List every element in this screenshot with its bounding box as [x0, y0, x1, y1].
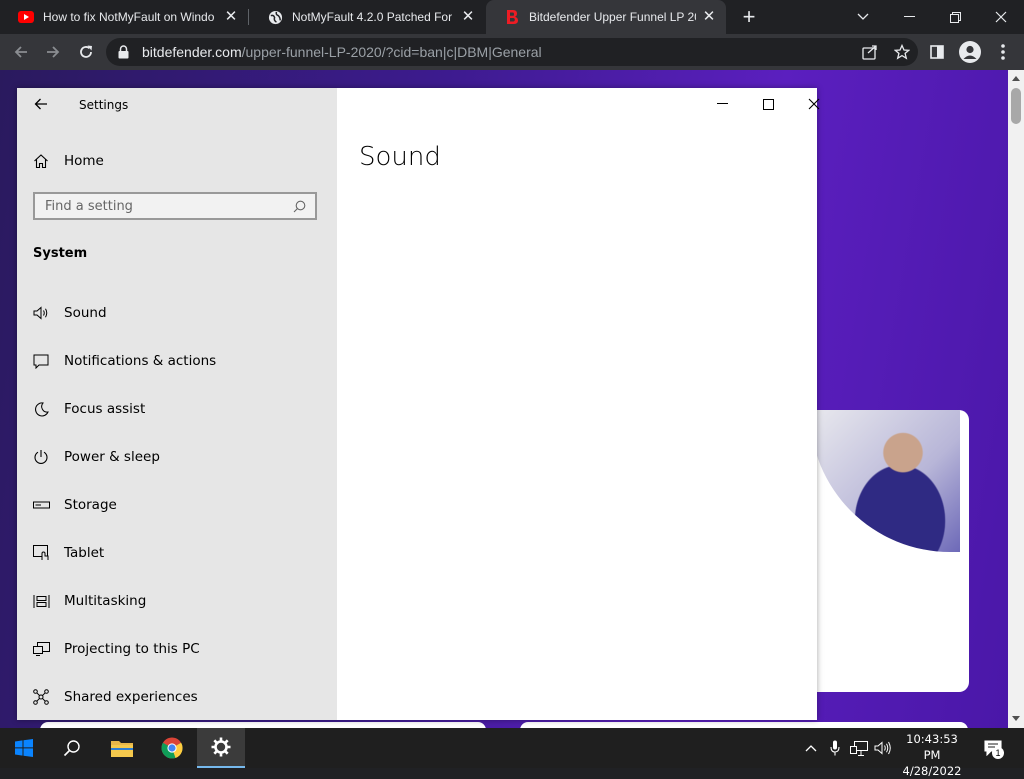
url-path: /upper-funnel-LP-2020/?cid=ban|c|DBM|Gen…	[241, 44, 542, 60]
restore-browser-button[interactable]	[932, 0, 978, 34]
nav-item-label: Tablet	[64, 545, 105, 561]
profile-avatar-icon[interactable]	[957, 39, 983, 65]
forward-arrow-icon[interactable]	[40, 39, 66, 65]
home-label: Home	[64, 153, 104, 169]
taskbar: 10:43:53 PM 4/28/2022 1	[0, 728, 1024, 778]
globe-icon	[267, 9, 283, 25]
scroll-up-arrow-icon[interactable]	[1012, 76, 1020, 81]
back-arrow-icon[interactable]	[31, 94, 51, 114]
notification-icon	[32, 352, 50, 370]
bookmark-star-icon[interactable]	[886, 44, 918, 60]
maximize-window-button[interactable]	[745, 88, 791, 120]
share-icon[interactable]	[854, 44, 886, 60]
tablet-icon	[32, 544, 50, 562]
network-icon[interactable]	[848, 728, 870, 768]
close-window-button[interactable]	[791, 88, 837, 120]
taskbar-clock[interactable]: 10:43:53 PM 4/28/2022	[896, 731, 968, 779]
bitdefender-icon	[504, 9, 520, 25]
search-icon[interactable]	[48, 728, 96, 768]
tab-title: NotMyFault 4.2.0 Patched For Wi	[292, 10, 455, 24]
lock-icon[interactable]	[118, 45, 132, 59]
settings-gear-icon[interactable]	[197, 728, 245, 768]
windows-start-icon[interactable]	[0, 728, 48, 768]
speaker-icon	[32, 304, 50, 322]
chrome-icon[interactable]	[148, 728, 196, 768]
clock-time: 10:43:53 PM	[906, 732, 958, 762]
nav-item-label: Projecting to this PC	[64, 641, 200, 657]
new-tab-button[interactable]: +	[737, 5, 761, 29]
tab-close-icon[interactable]: ✕	[700, 8, 718, 26]
volume-icon[interactable]	[872, 728, 894, 768]
page-scrollbar[interactable]	[1008, 70, 1024, 728]
reload-icon[interactable]	[73, 39, 99, 65]
browser-tab-strip: How to fix NotMyFault on Windo ✕ NotMyFa…	[0, 0, 1024, 34]
moon-icon	[32, 400, 50, 418]
shared-experiences-icon	[32, 688, 50, 706]
minimize-browser-button[interactable]	[886, 0, 932, 34]
address-bar[interactable]: bitdefender.com/upper-funnel-LP-2020/?ci…	[106, 38, 918, 66]
browser-tab-1[interactable]: How to fix NotMyFault on Windo ✕	[0, 0, 248, 34]
app-title: Settings	[79, 98, 129, 112]
minimize-window-button[interactable]	[699, 88, 745, 120]
microphone-icon[interactable]	[826, 728, 844, 768]
notification-count-badge: 1	[992, 747, 1004, 759]
home-icon	[33, 153, 51, 169]
browser-menu-icon[interactable]	[990, 39, 1016, 65]
nav-item-label: Shared experiences	[64, 689, 198, 705]
nav-item-focus-assist[interactable]: Focus assist	[17, 385, 337, 433]
multitasking-icon	[32, 592, 50, 610]
file-explorer-icon[interactable]	[98, 728, 146, 768]
projecting-icon	[32, 640, 50, 658]
tab-search-chevron-icon[interactable]	[840, 0, 886, 34]
nav-item-shared-experiences[interactable]: Shared experiences	[17, 673, 337, 721]
tab-close-icon[interactable]: ✕	[459, 8, 477, 26]
nav-item-label: Notifications & actions	[64, 353, 217, 369]
section-heading: System	[33, 246, 88, 261]
url-host: bitdefender.com	[142, 44, 242, 60]
nav-item-notifications[interactable]: Notifications & actions	[17, 337, 337, 385]
storage-icon	[32, 496, 50, 514]
person-photo-image	[810, 410, 960, 552]
nav-item-multitasking[interactable]: Multitasking	[17, 577, 337, 625]
promo-card	[800, 410, 969, 692]
browser-tab-3-active[interactable]: Bitdefender Upper Funnel LP 202 ✕	[486, 0, 726, 34]
nav-item-tablet[interactable]: Tablet	[17, 529, 337, 577]
tab-title: Bitdefender Upper Funnel LP 202	[529, 10, 696, 24]
tab-title: How to fix NotMyFault on Windo	[43, 10, 215, 24]
youtube-icon	[18, 9, 34, 25]
nav-item-projecting[interactable]: Projecting to this PC	[17, 625, 337, 673]
settings-content-pane: Sound	[337, 88, 820, 720]
clock-date: 4/28/2022	[902, 764, 962, 778]
nav-item-label: Sound	[64, 305, 107, 321]
search-input[interactable]	[35, 197, 293, 215]
settings-nav-list: Sound Notifications & actions Focus assi…	[17, 289, 337, 721]
tab-close-icon[interactable]: ✕	[222, 8, 240, 26]
url-text: bitdefender.com/upper-funnel-LP-2020/?ci…	[142, 44, 542, 60]
nav-item-label: Focus assist	[64, 401, 146, 417]
nav-item-label: Multitasking	[64, 593, 147, 609]
close-browser-button[interactable]	[978, 0, 1024, 34]
settings-search-box[interactable]	[33, 192, 317, 220]
sidebar-toggle-icon[interactable]	[924, 39, 950, 65]
browser-toolbar: bitdefender.com/upper-funnel-LP-2020/?ci…	[0, 34, 1024, 70]
chevron-up-icon[interactable]	[802, 728, 820, 768]
settings-window: Settings Home System Sound	[17, 88, 820, 720]
browser-tab-2[interactable]: NotMyFault 4.2.0 Patched For Wi ✕	[249, 0, 485, 34]
settings-nav-pane: Settings Home System Sound	[17, 88, 337, 720]
nav-item-sound[interactable]: Sound	[17, 289, 337, 337]
nav-item-power-sleep[interactable]: Power & sleep	[17, 433, 337, 481]
nav-item-label: Power & sleep	[64, 449, 160, 465]
nav-item-label: Storage	[64, 497, 117, 513]
search-icon[interactable]	[293, 200, 309, 213]
power-icon	[32, 448, 50, 466]
page-title: Sound	[359, 142, 441, 172]
home-nav-item[interactable]: Home	[33, 150, 104, 172]
nav-item-storage[interactable]: Storage	[17, 481, 337, 529]
scrollbar-thumb[interactable]	[1011, 88, 1021, 124]
scroll-down-arrow-icon[interactable]	[1012, 716, 1020, 721]
back-arrow-icon[interactable]	[8, 39, 34, 65]
